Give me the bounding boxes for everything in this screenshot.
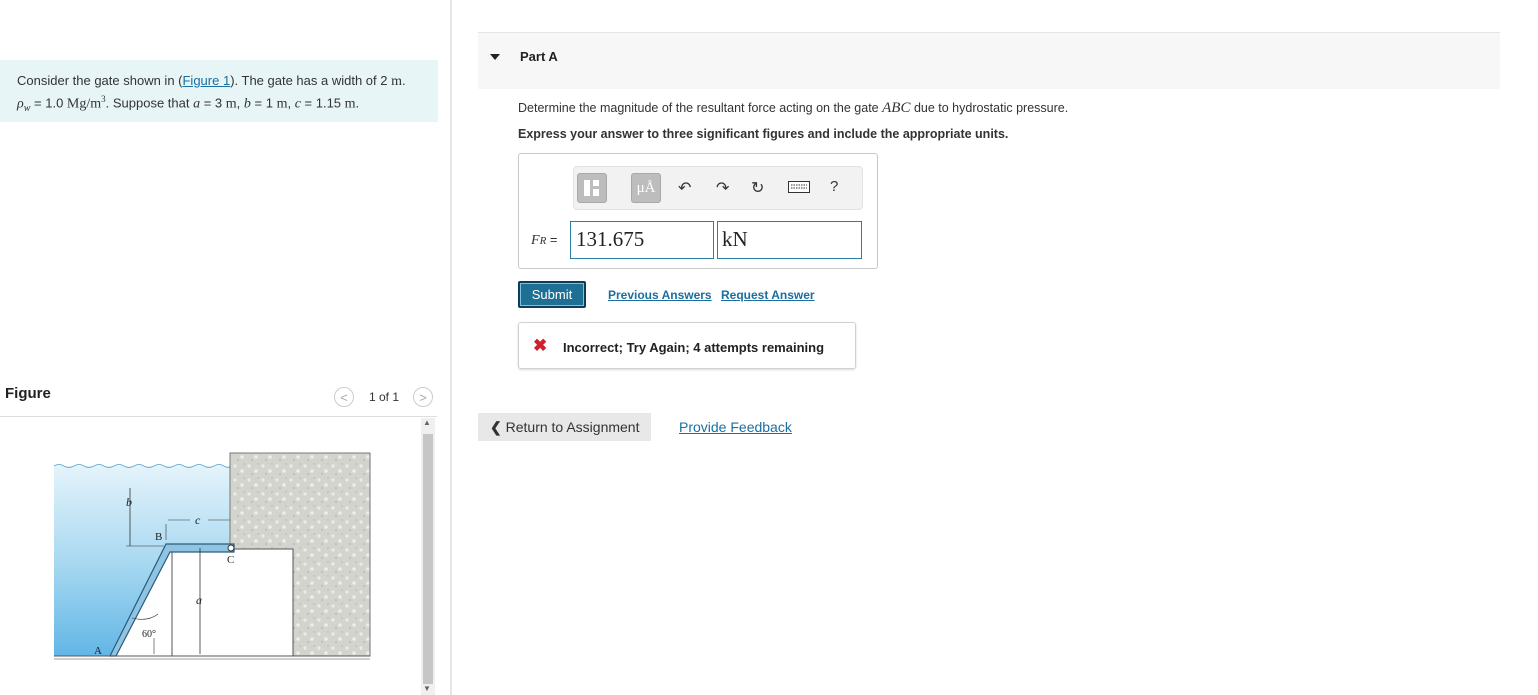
instruction-text: Express your answer to three significant… [518,127,1009,141]
keyboard-icon[interactable] [788,180,810,198]
problem-text: ). The gate has a width of 2 [230,73,392,88]
incorrect-icon: ✖ [533,336,548,355]
reset-icon[interactable]: ↻ [751,178,764,198]
label-C: C [227,554,234,566]
problem-text: , [236,95,244,111]
answer-box: μÅ ↶ ↷ ↻ ? FR = 131.675 kN [518,153,878,269]
problem-line-1: Consider the gate shown in (Figure 1). T… [17,72,406,91]
var-b: b [243,96,251,112]
units-button[interactable]: μÅ [631,173,661,203]
left-panel: Consider the gate shown in (Figure 1). T… [0,0,450,695]
figure-scroll-thumb[interactable] [423,434,433,684]
question-part: due to hydrostatic pressure. [910,101,1069,115]
help-icon[interactable]: ? [830,178,838,195]
math-toolbar: μÅ ↶ ↷ ↻ ? [573,166,863,210]
unit-text: m [276,96,288,112]
template-icon [584,180,599,196]
label-A: A [94,645,102,657]
problem-text: = 1.0 [30,95,67,111]
figure-pager: 1 of 1 [369,390,400,404]
label-B: B [155,531,162,543]
problem-text: . Suppose that [105,95,194,111]
answer-unit-input[interactable]: kN [717,221,862,259]
figure-prev-button[interactable]: < [334,387,354,407]
return-label: Return to Assignment [505,419,640,435]
scroll-down-icon[interactable]: ▼ [423,684,431,693]
collapse-arrow-icon[interactable] [490,54,500,60]
problem-text: . [402,73,406,88]
figure-title: Figure [5,385,51,402]
figure-link[interactable]: Figure 1 [182,73,230,88]
part-a-header[interactable]: Part A [478,32,1500,89]
label-a: a [196,593,202,607]
question-part: Determine the magnitude of the resultant… [518,101,883,115]
rho-symbol: ρ [17,96,24,112]
part-a-title: Part A [520,49,558,64]
unit-text: m [391,74,402,89]
hinge-c [227,544,235,552]
label-var: F [531,233,540,248]
gate-figure: b c B C a A 60° [53,452,371,660]
template-button[interactable] [577,173,607,203]
problem-text: Consider the gate shown in ( [17,73,183,88]
problem-line-2: ρw = 1.0 Mg/m3. Suppose that a = 3 m, b … [17,90,359,118]
previous-answers-link[interactable]: Previous Answers [608,288,712,302]
gate-label: ABC [882,100,911,116]
problem-text: = 3 [200,95,226,111]
problem-text: = 1.15 [300,95,345,111]
feedback-box: ✖ Incorrect; Try Again; 4 attempts remai… [518,322,856,369]
figure-next-button[interactable]: > [413,387,433,407]
question-text: Determine the magnitude of the resultant… [518,100,1068,117]
answer-label: FR = [531,232,558,249]
problem-text: , [287,95,295,111]
panel-divider [450,0,452,695]
label-c: c [195,513,201,527]
chevron-left-icon: ❮ [490,419,502,435]
label-angle: 60° [142,629,156,640]
unit-text: Mg/m [66,96,102,112]
redo-icon[interactable]: ↷ [716,178,729,198]
figure-header: Figure < 1 of 1 > [0,378,437,417]
unit-text: m [344,96,356,112]
provide-feedback-link[interactable]: Provide Feedback [679,419,792,435]
problem-text: = 1 [250,95,277,111]
scroll-up-icon[interactable]: ▲ [423,418,431,427]
unit-text: m [225,96,237,112]
problem-text: . [355,95,360,111]
undo-icon[interactable]: ↶ [678,178,691,198]
label-b: b [126,495,132,509]
request-answer-link[interactable]: Request Answer [721,288,815,302]
submit-button[interactable]: Submit [518,281,586,308]
problem-statement: Consider the gate shown in (Figure 1). T… [0,60,438,122]
answer-value-input[interactable]: 131.675 [570,221,714,259]
return-to-assignment-button[interactable]: ❮ Return to Assignment [478,413,651,441]
label-eq: = [546,232,558,247]
feedback-text: Incorrect; Try Again; 4 attempts remaini… [563,340,825,355]
